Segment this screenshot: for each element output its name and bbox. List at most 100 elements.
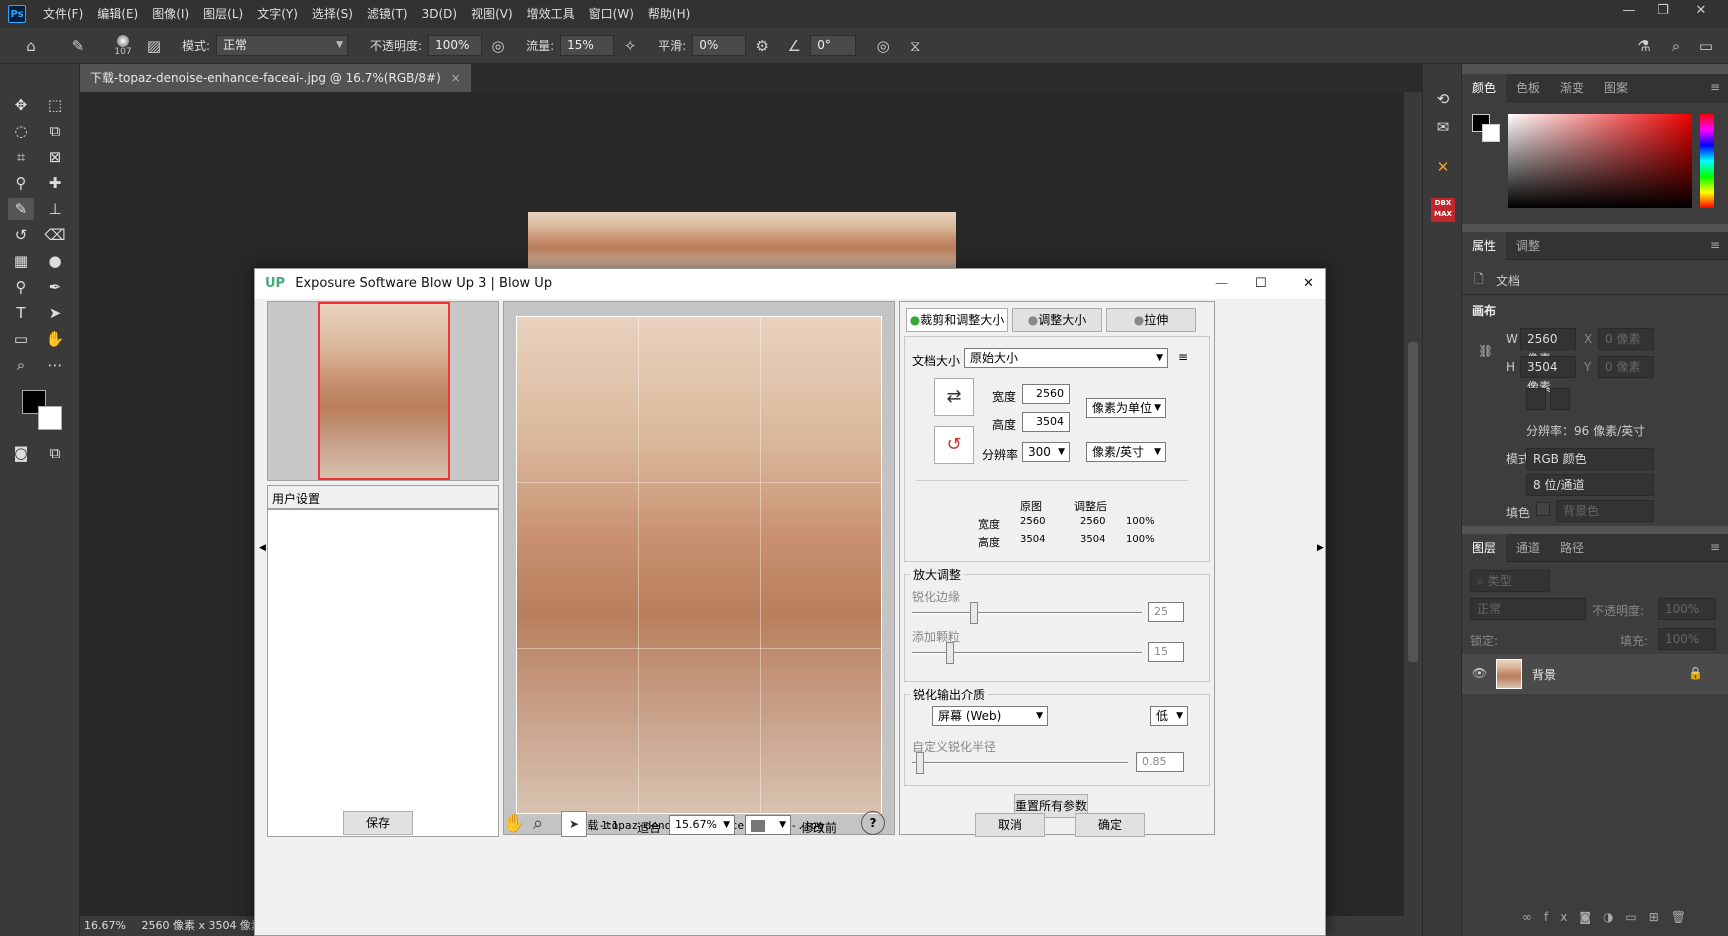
path-select-icon[interactable]: ➤ xyxy=(42,302,68,324)
zoom-icon[interactable]: ⌕ xyxy=(533,813,543,834)
object-select-icon[interactable]: ⧉ xyxy=(42,120,68,142)
fill-select[interactable]: 背景色 xyxy=(1556,500,1654,522)
x-field[interactable]: 0 像素 xyxy=(1598,328,1654,350)
dialog-maximize-icon[interactable]: ☐ xyxy=(1255,269,1267,299)
link-icon[interactable]: ⛓ xyxy=(1478,344,1493,358)
depth-select[interactable]: 8 位/通道 xyxy=(1526,474,1654,496)
stamp-tool-icon[interactable]: ⊥ xyxy=(42,198,68,220)
right-collapse-arrow[interactable]: ▶ xyxy=(1317,543,1324,553)
height-field[interactable]: 3504 像素 xyxy=(1520,356,1576,394)
menu-file[interactable]: 文件(F) xyxy=(36,0,90,28)
mode-select[interactable]: RGB 颜色 xyxy=(1526,448,1654,470)
navigator-preview[interactable] xyxy=(267,301,499,481)
dialog-close-icon[interactable]: ✕ xyxy=(1303,269,1314,299)
navigator-thumbnail[interactable] xyxy=(318,302,450,480)
menu-help[interactable]: 帮助(H) xyxy=(641,0,697,28)
width-field[interactable]: 2560 像素 xyxy=(1520,328,1576,366)
layer-actions-icons[interactable]: ∞fx◙◑▭⊞🗑 xyxy=(1522,910,1698,924)
panel-menu-icon[interactable]: ≡ xyxy=(1710,540,1720,554)
doc-size-select[interactable]: 原始大小 ▼ xyxy=(964,348,1168,368)
user-settings-list[interactable] xyxy=(267,509,499,837)
sharpen-edges-thumb[interactable] xyxy=(970,602,978,624)
resolution-select[interactable]: 300 ▼ xyxy=(1022,442,1070,462)
workspace-icon[interactable]: ▭ xyxy=(1697,37,1715,55)
cancel-button[interactable]: 取消 xyxy=(975,813,1045,837)
menu-filter[interactable]: 滤镜(T) xyxy=(360,0,415,28)
mode-select[interactable]: 正常 ▼ xyxy=(216,35,349,56)
healing-brush-icon[interactable]: ✚ xyxy=(42,172,68,194)
minimize-icon[interactable]: — xyxy=(1614,0,1644,22)
menu-type[interactable]: 文字(Y) xyxy=(250,0,305,28)
y-field[interactable]: 0 像素 xyxy=(1598,356,1654,378)
color-field[interactable] xyxy=(1508,114,1692,208)
blend-mode-select[interactable]: 正常 xyxy=(1470,598,1586,620)
more-tools-icon[interactable]: ⋯ xyxy=(42,354,68,376)
symmetry-icon[interactable]: ⧖ xyxy=(906,37,924,55)
share-icon[interactable]: ⚗ xyxy=(1635,37,1653,55)
sharpen-edges-track[interactable] xyxy=(912,612,1142,614)
tab-channels[interactable]: 通道 xyxy=(1506,534,1550,562)
hand-icon[interactable]: ✋ xyxy=(42,328,68,350)
save-button[interactable]: 保存 xyxy=(343,811,413,835)
brush-icon[interactable]: ✎ xyxy=(69,37,87,55)
pointer-icon[interactable]: ➤ xyxy=(561,811,587,837)
media-level-select[interactable]: 低 ▼ xyxy=(1150,706,1188,726)
resolution-unit-select[interactable]: 像素/英寸 ▼ xyxy=(1086,442,1166,462)
tab-properties[interactable]: 属性 xyxy=(1462,231,1507,260)
dbx-plugin-icon[interactable]: DBX MAX xyxy=(1431,198,1455,222)
dodge-icon[interactable]: ⚲ xyxy=(8,276,34,298)
add-grain-input[interactable]: 15 xyxy=(1148,642,1184,662)
eyedropper-icon[interactable]: ⚲ xyxy=(8,172,34,194)
tab-patterns[interactable]: 图案 xyxy=(1594,74,1638,102)
width-input[interactable]: 2560 xyxy=(1022,384,1070,404)
preview-area[interactable]: 下载-topaz-denoise-enhance-faceai-.jpg xyxy=(503,301,895,835)
tab-paths[interactable]: 路径 xyxy=(1550,534,1594,562)
flow-input[interactable]: 15% xyxy=(560,35,615,56)
landscape-icon[interactable] xyxy=(1550,388,1570,410)
brush-tool-icon[interactable]: ✎ xyxy=(8,198,34,220)
panel-menu-icon[interactable]: ≡ xyxy=(1710,238,1720,252)
background-color[interactable] xyxy=(38,406,62,430)
ok-button[interactable]: 确定 xyxy=(1075,813,1145,837)
menu-image[interactable]: 图像(I) xyxy=(145,0,196,28)
type-tool-icon[interactable]: T xyxy=(8,302,34,324)
layer-row[interactable]: 👁 背景 🔒 xyxy=(1462,654,1728,694)
menu-view[interactable]: 视图(V) xyxy=(464,0,520,28)
zoom-icon[interactable]: ⌕ xyxy=(8,354,34,376)
gear-icon[interactable]: ⚙ xyxy=(753,37,771,55)
preview-image[interactable] xyxy=(516,316,882,814)
zoom-select[interactable]: 15.67% ▼ xyxy=(669,815,735,835)
scroll-thumb[interactable] xyxy=(1408,342,1418,662)
tab-crop-resize[interactable]: ●裁剪和调整大小 xyxy=(906,308,1008,332)
screen-mode-icon[interactable]: ⧉ xyxy=(42,442,68,464)
tab-adjustments[interactable]: 调整 xyxy=(1506,232,1550,260)
move-tool-icon[interactable]: ✥ xyxy=(8,94,34,116)
hand-icon[interactable]: ✋ xyxy=(503,813,525,834)
pressure-size-icon[interactable]: ◎ xyxy=(874,37,892,55)
angle-input[interactable]: 0° xyxy=(810,35,857,56)
history-icon[interactable]: ⟲ xyxy=(1430,88,1456,110)
menu-window[interactable]: 窗口(W) xyxy=(582,0,641,28)
before-toggle[interactable]: 修改前 xyxy=(801,819,837,836)
bg-swatch[interactable] xyxy=(1482,124,1500,142)
tab-stretch[interactable]: ●拉伸 xyxy=(1106,308,1196,332)
hue-slider[interactable] xyxy=(1700,114,1714,208)
sharpen-edges-input[interactable]: 25 xyxy=(1148,602,1184,622)
canvas-section[interactable]: 画布 xyxy=(1472,302,1496,319)
smooth-input[interactable]: 0% xyxy=(692,35,747,56)
marquee-tool-icon[interactable]: ⬚ xyxy=(42,94,68,116)
brush-size-preview[interactable]: 107 xyxy=(108,34,138,57)
brush-settings-icon[interactable]: ▨ xyxy=(145,37,163,55)
search-icon[interactable]: ⌕ xyxy=(1667,37,1685,55)
layer-opacity-field[interactable]: 100% xyxy=(1658,598,1716,620)
eye-icon[interactable]: 👁 xyxy=(1472,666,1487,680)
close-icon[interactable]: ✕ xyxy=(1686,0,1716,22)
airbrush-icon[interactable]: ✧ xyxy=(621,37,639,55)
dialog-minimize-icon[interactable]: — xyxy=(1215,269,1228,299)
comment-icon[interactable]: ✉ xyxy=(1430,116,1456,138)
plugin-x-icon[interactable]: ✕ xyxy=(1430,156,1456,178)
crop-tool-icon[interactable]: ⌗ xyxy=(8,146,34,168)
radius-thumb[interactable] xyxy=(916,752,924,774)
opacity-input[interactable]: 100% xyxy=(428,35,483,56)
zoom-fit[interactable]: 适合 xyxy=(637,819,661,836)
